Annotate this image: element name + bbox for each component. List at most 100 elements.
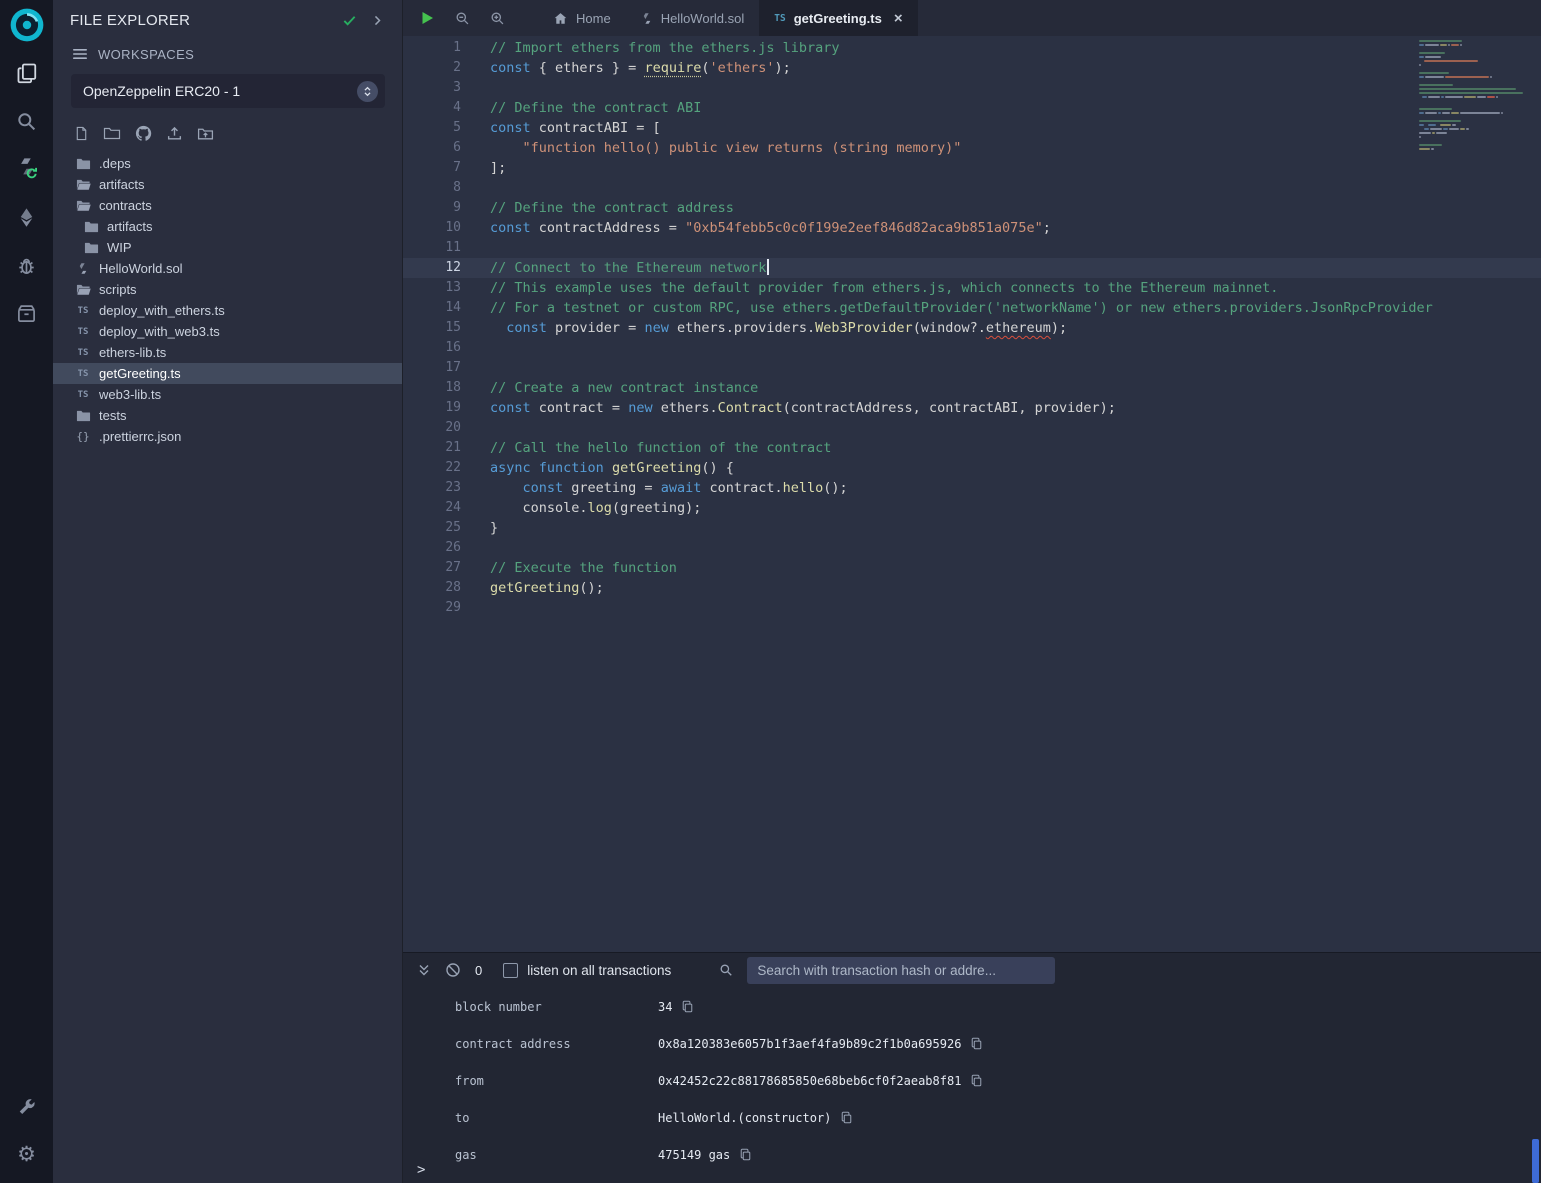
copy-icon[interactable]: [840, 1111, 853, 1124]
code-line-16[interactable]: 16: [403, 338, 1541, 358]
file-item-ethers-lib-ts[interactable]: TSethers-lib.ts: [53, 342, 402, 363]
folder-icon: [75, 408, 91, 423]
create-file-icon[interactable]: [72, 124, 90, 142]
file-item-wip[interactable]: WIP: [53, 237, 402, 258]
sol-icon: [641, 12, 653, 25]
code-line-2[interactable]: 2const { ethers } = require('ethers');: [403, 58, 1541, 78]
code-line-28[interactable]: 28getGreeting();: [403, 578, 1541, 598]
terminal-collapse-chevrons-icon[interactable]: [415, 962, 432, 979]
code-line-27[interactable]: 27// Execute the function: [403, 558, 1541, 578]
code-line-21[interactable]: 21// Call the hello function of the cont…: [403, 438, 1541, 458]
code-line-17[interactable]: 17: [403, 358, 1541, 378]
remix-logo-icon[interactable]: [8, 6, 46, 44]
code-line-24[interactable]: 24 console.log(greeting);: [403, 498, 1541, 518]
line-content: const contractABI = [: [490, 118, 661, 138]
code-editor[interactable]: 1// Import ethers from the ethers.js lib…: [403, 36, 1541, 952]
code-line-26[interactable]: 26: [403, 538, 1541, 558]
minimap-line: [1419, 64, 1531, 66]
code-line-6[interactable]: 6 "function hello() public view returns …: [403, 138, 1541, 158]
line-number: 6: [403, 138, 461, 158]
solidity-compiler-icon[interactable]: [14, 156, 40, 182]
close-tab-icon[interactable]: ×: [894, 11, 903, 26]
debugger-icon[interactable]: [14, 252, 40, 278]
github-clone-icon[interactable]: [134, 124, 152, 142]
upload-folder-icon[interactable]: [196, 124, 214, 142]
tab-home[interactable]: Home: [538, 0, 626, 36]
listen-all-transactions-checkbox[interactable]: [503, 963, 518, 978]
copy-icon[interactable]: [970, 1074, 983, 1087]
workspace-select[interactable]: OpenZeppelin ERC20 - 1: [71, 74, 385, 108]
code-line-4[interactable]: 4// Define the contract ABI: [403, 98, 1541, 118]
folder-icon: [75, 282, 91, 297]
zoom-in-icon[interactable]: [488, 9, 506, 27]
tab-helloworld-sol[interactable]: HelloWorld.sol: [626, 0, 760, 36]
file-item-getgreeting-ts[interactable]: TSgetGreeting.ts: [53, 363, 402, 384]
tab-getgreeting-ts[interactable]: TSgetGreeting.ts×: [759, 0, 917, 36]
workspaces-menu-icon[interactable]: [72, 46, 88, 62]
code-line-19[interactable]: 19const contract = new ethers.Contract(c…: [403, 398, 1541, 418]
settings-gear-icon[interactable]: ⚙: [14, 1141, 40, 1167]
file-item-deploy-with-ethers-ts[interactable]: TSdeploy_with_ethers.ts: [53, 300, 402, 321]
file-item-helloworld-sol[interactable]: HelloWorld.sol: [53, 258, 402, 279]
zoom-out-icon[interactable]: [453, 9, 471, 27]
code-line-11[interactable]: 11: [403, 238, 1541, 258]
collapse-panel-chevron-icon[interactable]: [371, 14, 384, 27]
file-item-scripts[interactable]: scripts: [53, 279, 402, 300]
code-line-1[interactable]: 1// Import ethers from the ethers.js lib…: [403, 38, 1541, 58]
minimap-line: [1419, 148, 1531, 150]
upload-files-icon[interactable]: [165, 124, 183, 142]
line-number: 3: [403, 78, 461, 98]
code-line-5[interactable]: 5const contractABI = [: [403, 118, 1541, 138]
file-explorer-icon[interactable]: [14, 60, 40, 86]
file-label: ethers-lib.ts: [99, 345, 166, 360]
code-line-13[interactable]: 13// This example uses the default provi…: [403, 278, 1541, 298]
code-line-12[interactable]: 12// Connect to the Ethereum network: [403, 258, 1541, 278]
file-item-tests[interactable]: tests: [53, 405, 402, 426]
code-line-3[interactable]: 3: [403, 78, 1541, 98]
minimap-line: [1419, 88, 1531, 90]
copy-icon[interactable]: [739, 1148, 752, 1161]
file-item-artifacts[interactable]: artifacts: [53, 174, 402, 195]
file-item-prettierrc-json[interactable]: {}.prettierrc.json: [53, 426, 402, 447]
run-script-play-icon[interactable]: [418, 9, 436, 27]
file-item-deps[interactable]: .deps: [53, 153, 402, 174]
minimap-line: [1419, 132, 1531, 134]
line-content: // For a testnet or custom RPC, use ethe…: [490, 298, 1433, 318]
code-line-8[interactable]: 8: [403, 178, 1541, 198]
minimap[interactable]: [1419, 40, 1531, 156]
confirm-check-icon[interactable]: [342, 13, 357, 28]
code-line-25[interactable]: 25}: [403, 518, 1541, 538]
code-line-9[interactable]: 9// Define the contract address: [403, 198, 1541, 218]
scrollbar-thumb[interactable]: [1532, 1139, 1539, 1183]
plugin-manager-icon[interactable]: [14, 300, 40, 326]
folder-icon: [83, 219, 99, 234]
code-line-15[interactable]: 15 const provider = new ethers.providers…: [403, 318, 1541, 338]
copy-icon[interactable]: [970, 1037, 983, 1050]
code-line-10[interactable]: 10const contractAddress = "0xb54febb5c0c…: [403, 218, 1541, 238]
file-item-contracts[interactable]: contracts: [53, 195, 402, 216]
file-item-web3-lib-ts[interactable]: TSweb3-lib.ts: [53, 384, 402, 405]
file-item-artifacts[interactable]: artifacts: [53, 216, 402, 237]
code-line-18[interactable]: 18// Create a new contract instance: [403, 378, 1541, 398]
deploy-and-run-icon[interactable]: [14, 204, 40, 230]
search-icon[interactable]: [14, 108, 40, 134]
minimap-line: [1419, 40, 1531, 42]
line-number: 1: [403, 38, 461, 58]
file-item-deploy-with-web3-ts[interactable]: TSdeploy_with_web3.ts: [53, 321, 402, 342]
code-line-23[interactable]: 23 const greeting = await contract.hello…: [403, 478, 1541, 498]
terminal-search-input[interactable]: [747, 957, 1055, 984]
wrench-icon[interactable]: [14, 1093, 40, 1119]
clear-console-icon[interactable]: [444, 962, 461, 979]
terminal-prompt[interactable]: >: [417, 1162, 425, 1178]
create-folder-icon[interactable]: [103, 124, 121, 142]
copy-icon[interactable]: [681, 1000, 694, 1013]
minimap-line: [1419, 116, 1531, 118]
terminal-search-icon: [717, 962, 734, 979]
code-line-14[interactable]: 14// For a testnet or custom RPC, use et…: [403, 298, 1541, 318]
code-line-29[interactable]: 29: [403, 598, 1541, 618]
code-line-22[interactable]: 22async function getGreeting() {: [403, 458, 1541, 478]
code-line-20[interactable]: 20: [403, 418, 1541, 438]
code-line-7[interactable]: 7];: [403, 158, 1541, 178]
line-number: 27: [403, 558, 461, 578]
tx-detail-label: from: [455, 1074, 658, 1088]
